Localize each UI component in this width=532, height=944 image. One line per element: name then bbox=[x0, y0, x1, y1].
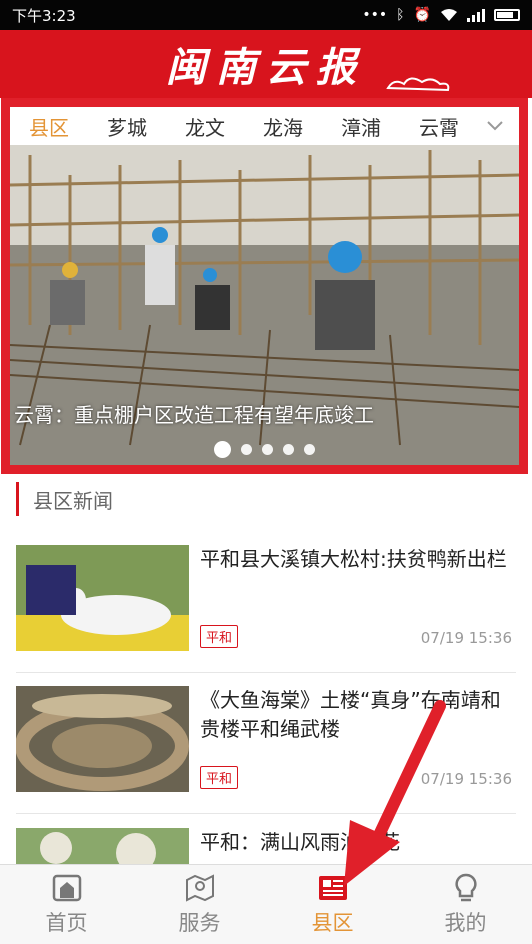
banner-dot[interactable] bbox=[241, 444, 252, 455]
news-title: 平和县大溪镇大松村:扶贫鸭新出栏 bbox=[200, 547, 507, 571]
district-tabs: 县区 芗城 龙文 龙海 漳浦 云霄 bbox=[10, 107, 519, 145]
banner-dot[interactable] bbox=[262, 444, 273, 455]
status-bar: 下午3:23 ••• ᛒ ⏰ bbox=[0, 0, 532, 30]
news-item[interactable]: 平和县大溪镇大松村:扶贫鸭新出栏 平和 07/19 15:36 bbox=[16, 545, 516, 673]
home-icon bbox=[51, 873, 83, 903]
tab-yunxiao[interactable]: 云霄 bbox=[400, 112, 478, 141]
news-thumbnail bbox=[16, 545, 189, 651]
app-logo: 闽南云报 bbox=[166, 44, 366, 91]
news-tag: 平和 bbox=[200, 625, 239, 648]
chevron-down-icon[interactable] bbox=[478, 116, 512, 137]
annotation-arrow-icon bbox=[344, 700, 446, 886]
tab-xiangcheng[interactable]: 芗城 bbox=[88, 112, 166, 141]
nav-services[interactable]: 服务 bbox=[133, 865, 266, 944]
banner-dot[interactable] bbox=[304, 444, 315, 455]
bottom-navigation: 首页 服务 县区 我的 bbox=[0, 864, 532, 944]
bluetooth-icon: ᛒ bbox=[396, 7, 405, 23]
banner-caption: 云霄：重点棚户区改造工程有望年底竣工 bbox=[14, 403, 374, 427]
section-title: 县区新闻 bbox=[16, 482, 113, 516]
nav-label: 服务 bbox=[178, 910, 221, 935]
nav-label: 我的 bbox=[444, 910, 487, 935]
cloud-decoration-icon bbox=[386, 77, 450, 92]
banner-carousel[interactable]: 云霄：重点棚户区改造工程有望年底竣工 bbox=[10, 145, 519, 465]
signal-icon bbox=[467, 8, 485, 22]
banner-dot[interactable] bbox=[214, 441, 231, 458]
map-service-icon bbox=[184, 873, 216, 903]
wifi-icon bbox=[441, 9, 457, 21]
banner-dot[interactable] bbox=[283, 444, 294, 455]
nav-label: 首页 bbox=[45, 910, 88, 935]
banner-pagination bbox=[10, 441, 519, 458]
tab-xianqu[interactable]: 县区 bbox=[10, 112, 88, 141]
lightbulb-icon bbox=[450, 873, 482, 903]
app-header: 闽南云报 bbox=[0, 30, 532, 98]
dots-icon: ••• bbox=[362, 7, 388, 23]
news-tag: 平和 bbox=[200, 766, 239, 789]
alarm-icon: ⏰ bbox=[413, 7, 431, 23]
tab-longwen[interactable]: 龙文 bbox=[166, 112, 244, 141]
news-time: 07/19 15:36 bbox=[420, 629, 512, 647]
tab-zhangpu[interactable]: 漳浦 bbox=[322, 112, 400, 141]
tab-longhai[interactable]: 龙海 bbox=[244, 112, 322, 141]
nav-home[interactable]: 首页 bbox=[0, 865, 133, 944]
status-icons: ••• ᛒ ⏰ bbox=[362, 7, 520, 23]
status-time: 下午3:23 bbox=[12, 6, 76, 25]
nav-label: 县区 bbox=[311, 910, 354, 935]
battery-icon bbox=[494, 9, 520, 21]
news-thumbnail bbox=[16, 686, 189, 792]
